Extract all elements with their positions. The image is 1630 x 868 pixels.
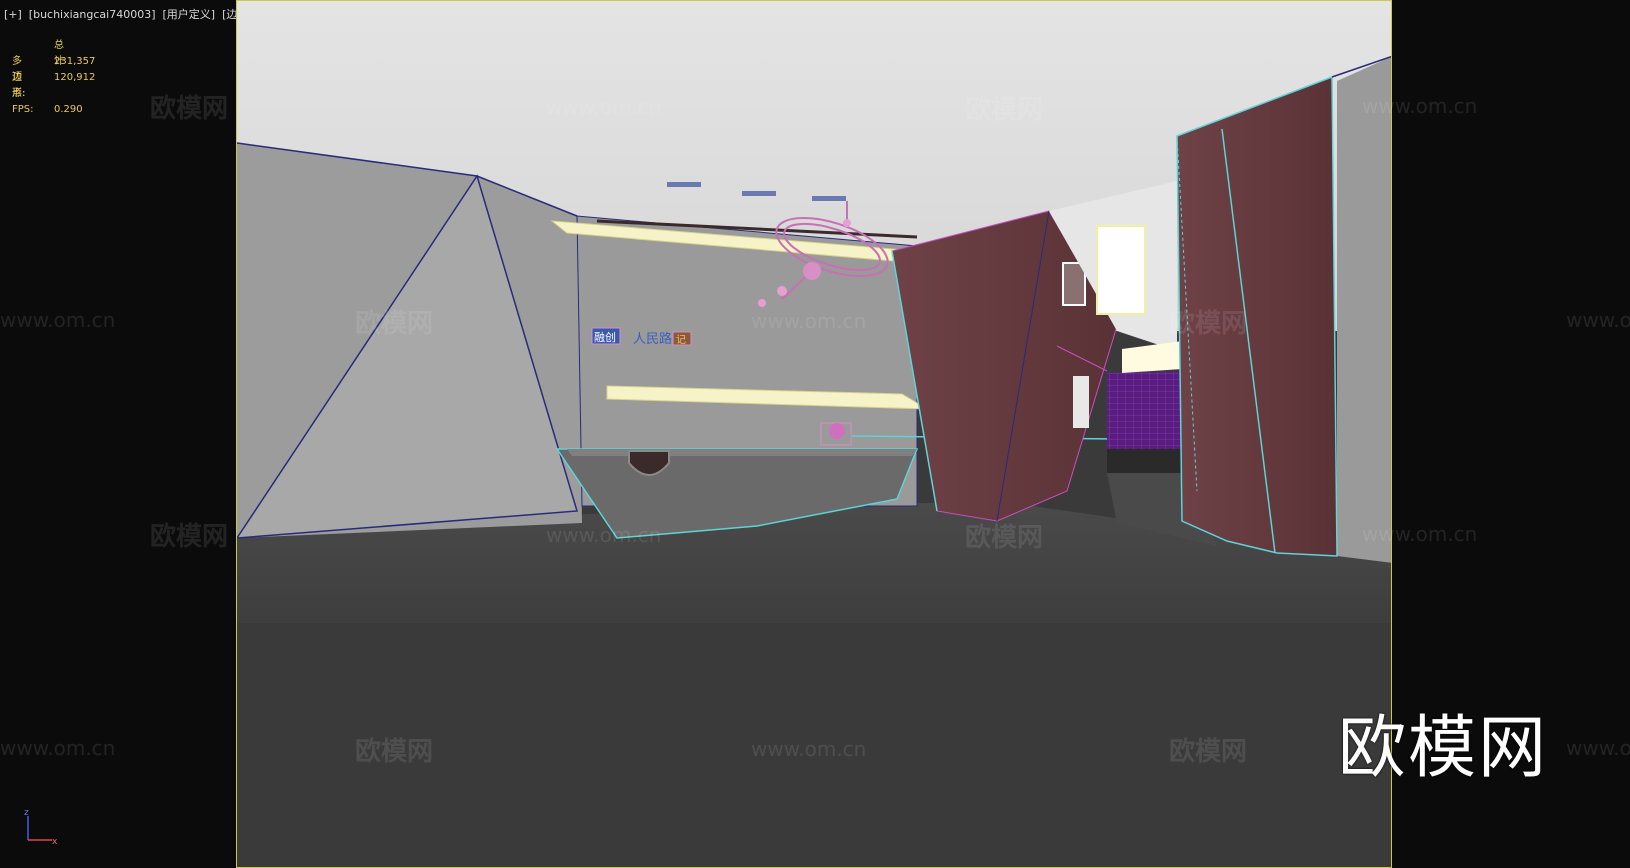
- right-panel-maroon: [1176, 75, 1338, 557]
- watermark-brand: 欧模网: [150, 94, 229, 124]
- watermark-url: www.om.cn: [0, 736, 116, 760]
- vertices-value: 120,912: [54, 72, 96, 83]
- watermark-url: www.om.cn: [1566, 308, 1630, 332]
- fps-label: FPS:: [12, 104, 34, 115]
- scene-render: 融创 人民路 记: [237, 1, 1391, 867]
- watermark-url: www.om.cn: [0, 308, 116, 332]
- wall-picture: [1062, 262, 1086, 306]
- sign-right: 记: [676, 334, 686, 346]
- vertices-label: 顶点:: [12, 72, 26, 99]
- watermark-brand: 欧模网: [150, 522, 229, 552]
- lower-band: [237, 623, 1391, 867]
- watermark-url: www.om.cn: [1566, 736, 1630, 760]
- sign-left: 融创: [594, 331, 616, 344]
- viewport-label[interactable]: [+] [buchixiangcai740003] [用户定义] [边画]: [4, 6, 253, 22]
- axis-x-label: x: [52, 837, 58, 846]
- polygons-value: 231,357: [54, 56, 96, 67]
- brand-logo: 欧模网: [1338, 709, 1549, 788]
- sign-main: 人民路: [633, 331, 672, 347]
- axis-gizmo: z x: [24, 808, 58, 846]
- axis-z-label: z: [24, 808, 29, 818]
- fps-value: 0.290: [54, 104, 83, 115]
- right-wall-grey: [1337, 56, 1391, 563]
- perspective-viewport[interactable]: 融创 人民路 记 欧模网 www.om.cn 欧模网 欧模网: [236, 0, 1392, 868]
- light-box: [1096, 225, 1146, 315]
